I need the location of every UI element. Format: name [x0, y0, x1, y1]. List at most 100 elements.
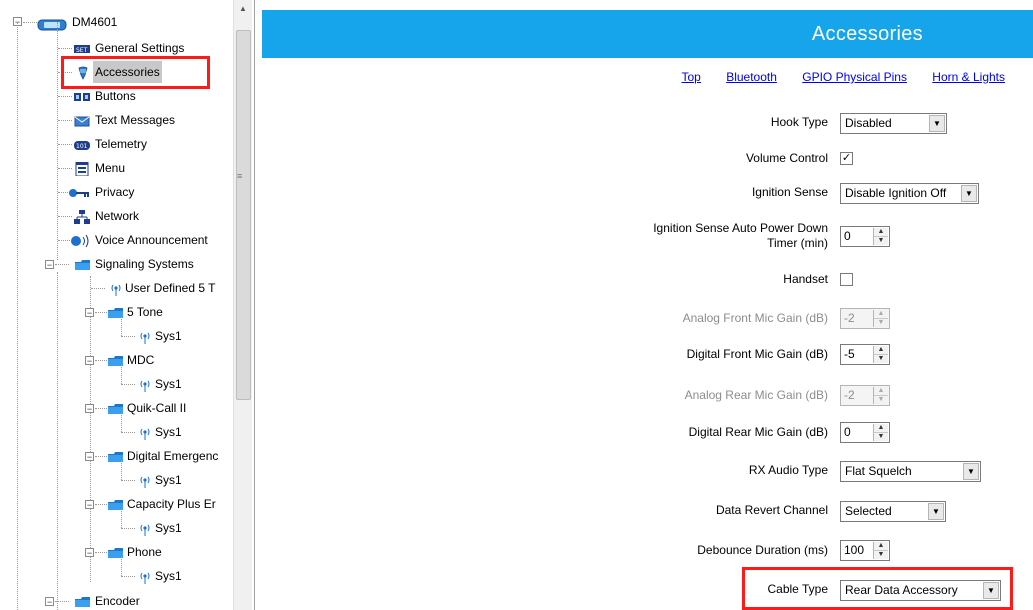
spinner-arrows-icon[interactable]: ▲ ▼: [873, 228, 888, 245]
antenna-icon: [137, 377, 153, 392]
field-analog-front-mic-gain: Analog Front Mic Gain (dB) -2 ▲ ▼: [262, 308, 1033, 329]
tree-item-sys1[interactable]: Sys1: [0, 461, 230, 491]
collapse-icon[interactable]: −: [85, 404, 94, 414]
digital-front-mic-gain-spinner[interactable]: -5 ▲ ▼: [840, 344, 890, 365]
field-debounce-duration: Debounce Duration (ms) 100 ▲ ▼: [262, 540, 1033, 561]
collapse-icon[interactable]: −: [85, 308, 94, 318]
envelope-icon: [74, 113, 90, 127]
chevron-down-icon: ▼: [929, 115, 945, 132]
field-rx-audio-type: RX Audio Type Flat Squelch ▼: [262, 461, 1033, 482]
accessories-panel: Accessories Top Bluetooth GPIO Physical …: [262, 0, 1033, 610]
data-revert-channel-label: Data Revert Channel: [715, 503, 828, 517]
collapse-icon[interactable]: −: [85, 356, 94, 366]
highlight-box-cable-type: [742, 567, 1013, 610]
network-icon: [74, 209, 90, 224]
collapse-icon[interactable]: −: [85, 548, 94, 558]
tree-item-5-tone[interactable]: − 5 Tone: [0, 301, 230, 323]
tree-root-dm4601[interactable]: − DM4601: [0, 11, 230, 33]
chevron-down-icon: ▼: [963, 463, 979, 480]
tree-item-signaling-systems[interactable]: − Signaling Systems: [0, 253, 230, 275]
link-bluetooth[interactable]: Bluetooth: [726, 70, 777, 84]
antenna-icon: [108, 281, 124, 296]
chevron-down-icon: ▼: [928, 503, 944, 520]
analog-front-mic-gain-label: Analog Front Mic Gain (dB): [682, 311, 828, 325]
tree-item-sys1[interactable]: Sys1: [0, 509, 230, 539]
hook-type-select[interactable]: Disabled ▼: [840, 113, 947, 134]
tree-root-label: DM4601: [72, 15, 118, 29]
tree-item-mdc[interactable]: − MDC: [0, 349, 230, 371]
ignition-timer-label: Ignition Sense Auto Power Down Timer (mi…: [653, 221, 828, 250]
field-data-revert-channel: Data Revert Channel Selected ▼: [262, 501, 1033, 522]
field-hook-type: Hook Type Disabled ▼: [262, 113, 1033, 134]
telemetry-icon: 101: [74, 137, 90, 151]
collapse-icon[interactable]: −: [45, 597, 54, 607]
spinner-arrows-icon[interactable]: ▲ ▼: [873, 310, 888, 327]
tree-item-sys1[interactable]: Sys1: [0, 557, 230, 587]
collapse-icon[interactable]: −: [85, 500, 94, 510]
handset-checkbox[interactable]: [840, 273, 853, 286]
tree-item-menu[interactable]: Menu: [0, 157, 230, 179]
chevron-down-icon: ▼: [961, 185, 977, 202]
tree-item-sys1[interactable]: Sys1: [0, 317, 230, 347]
buttons-icon: [74, 89, 90, 103]
antenna-icon: [137, 473, 153, 488]
analog-rear-mic-gain-spinner[interactable]: -2 ▲ ▼: [840, 385, 890, 406]
spinner-arrows-icon[interactable]: ▲ ▼: [873, 346, 888, 363]
field-ignition-timer: Ignition Sense Auto Power Down Timer (mi…: [262, 221, 1033, 250]
tree-item-quik-call-ii[interactable]: − Quik-Call II: [0, 397, 230, 419]
spinner-arrows-icon[interactable]: ▲ ▼: [873, 424, 888, 441]
rx-audio-type-label: RX Audio Type: [748, 463, 828, 477]
field-digital-rear-mic-gain: Digital Rear Mic Gain (dB) 0 ▲ ▼: [262, 422, 1033, 443]
data-revert-channel-select[interactable]: Selected ▼: [840, 501, 946, 522]
handset-label: Handset: [783, 272, 828, 286]
antenna-icon: [137, 425, 153, 440]
tree-item-sys1[interactable]: Sys1: [0, 365, 230, 395]
ignition-sense-select[interactable]: Disable Ignition Off ▼: [840, 183, 979, 204]
antenna-icon: [137, 329, 153, 344]
scroll-up-arrow-icon[interactable]: ▲: [234, 0, 252, 18]
page-header: Accessories: [262, 10, 1033, 58]
voice-announcement-icon: [70, 233, 92, 248]
radio-device-icon: [37, 16, 67, 31]
tree-item-network[interactable]: Network: [0, 205, 230, 227]
volume-control-checkbox[interactable]: ✓: [840, 152, 853, 165]
tree-item-user-defined-5-tone[interactable]: User Defined 5 T: [0, 277, 232, 299]
tree-item-text-messages[interactable]: Text Messages: [0, 109, 230, 131]
spinner-arrows-icon[interactable]: ▲ ▼: [873, 542, 888, 559]
tree-item-phone[interactable]: − Phone: [0, 541, 230, 563]
field-ignition-sense: Ignition Sense Disable Ignition Off ▼: [262, 183, 1033, 204]
navigation-tree: − DM4601 SET General Settings Accessorie…: [0, 0, 255, 610]
antenna-icon: [137, 569, 153, 584]
digital-front-mic-gain-label: Digital Front Mic Gain (dB): [686, 347, 828, 361]
tree-scrollbar[interactable]: ▲ ≡: [233, 0, 252, 610]
svg-text:SET: SET: [76, 47, 88, 54]
analog-front-mic-gain-spinner[interactable]: -2 ▲ ▼: [840, 308, 890, 329]
ignition-timer-spinner[interactable]: 0 ▲ ▼: [840, 226, 890, 247]
scroll-grip-icon: ≡: [237, 171, 243, 181]
tree-item-digital-emergency[interactable]: − Digital Emergenc: [0, 445, 232, 467]
collapse-icon[interactable]: −: [85, 452, 94, 462]
tree-item-privacy[interactable]: Privacy: [0, 181, 230, 203]
collapse-icon[interactable]: −: [45, 260, 54, 270]
hook-type-label: Hook Type: [770, 115, 828, 129]
analog-rear-mic-gain-label: Analog Rear Mic Gain (dB): [684, 388, 828, 402]
tree-item-encoder[interactable]: − Encoder: [0, 590, 230, 610]
spinner-arrows-icon[interactable]: ▲ ▼: [873, 387, 888, 404]
debounce-duration-spinner[interactable]: 100 ▲ ▼: [840, 540, 890, 561]
digital-rear-mic-gain-spinner[interactable]: 0 ▲ ▼: [840, 422, 890, 443]
debounce-duration-label: Debounce Duration (ms): [697, 543, 828, 557]
tree-item-telemetry[interactable]: 101 Telemetry: [0, 133, 230, 155]
link-gpio-physical-pins[interactable]: GPIO Physical Pins: [802, 70, 907, 84]
rx-audio-type-select[interactable]: Flat Squelch ▼: [840, 461, 981, 482]
link-top[interactable]: Top: [681, 70, 700, 84]
link-horn-lights[interactable]: Horn & Lights: [932, 70, 1005, 84]
tree-item-capacity-plus[interactable]: − Capacity Plus Er: [0, 493, 232, 515]
folder-icon: [74, 257, 90, 271]
antenna-icon: [137, 521, 153, 536]
tree-item-sys1[interactable]: Sys1: [0, 413, 230, 443]
scrollbar-thumb[interactable]: [236, 30, 251, 400]
field-digital-front-mic-gain: Digital Front Mic Gain (dB) -5 ▲ ▼: [262, 344, 1033, 365]
svg-text:101: 101: [76, 143, 88, 150]
tree-item-voice-announcement[interactable]: Voice Announcement: [0, 229, 232, 251]
volume-control-label: Volume Control: [745, 151, 828, 165]
